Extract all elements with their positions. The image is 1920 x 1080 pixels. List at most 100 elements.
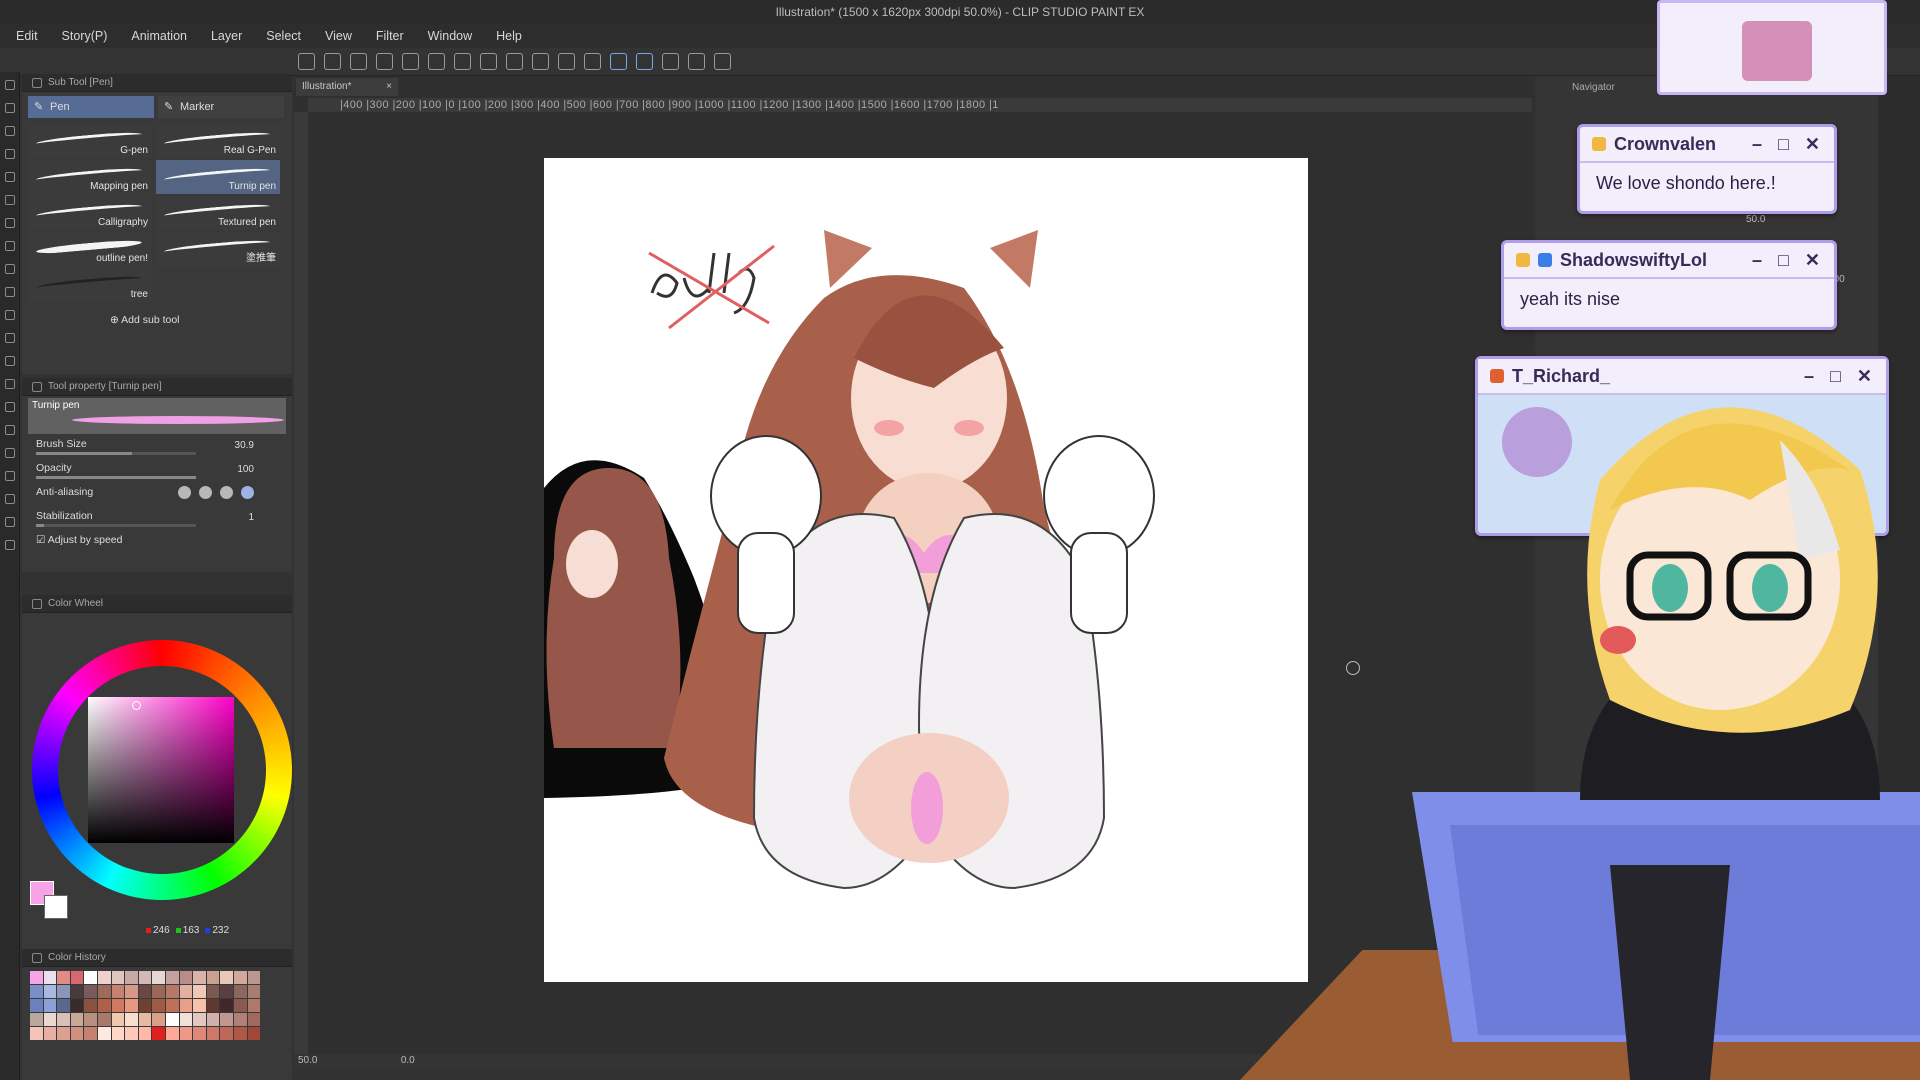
color-history-swatch[interactable] xyxy=(247,1013,261,1026)
open-icon[interactable] xyxy=(350,53,367,70)
drawing-canvas[interactable] xyxy=(544,158,1308,982)
move-tool-icon[interactable] xyxy=(5,103,15,113)
color-history-swatch[interactable] xyxy=(193,971,206,984)
color-history-swatch[interactable] xyxy=(138,999,152,1012)
tab-marker[interactable]: Marker xyxy=(158,96,284,118)
menu-filter[interactable]: Filter xyxy=(364,29,416,43)
decoration-tool-icon[interactable] xyxy=(5,310,15,320)
new-file-icon[interactable] xyxy=(298,53,315,70)
color-history-swatch[interactable] xyxy=(57,971,70,984)
brush-g-pen[interactable]: G-pen xyxy=(28,124,152,158)
color-history-swatch[interactable] xyxy=(233,1013,247,1026)
color-history-swatch[interactable] xyxy=(30,999,43,1012)
color-history-swatch[interactable] xyxy=(206,971,220,984)
save-icon[interactable] xyxy=(376,53,393,70)
color-history-swatch[interactable] xyxy=(206,985,220,998)
color-history-swatch[interactable] xyxy=(220,985,233,998)
color-history-swatch[interactable] xyxy=(43,971,57,984)
balloon-tool-icon[interactable] xyxy=(5,517,15,527)
menu-edit[interactable]: Edit xyxy=(4,29,50,43)
color-history-swatch[interactable] xyxy=(84,1027,97,1040)
airbrush-tool-icon[interactable] xyxy=(5,287,15,297)
opacity-slider[interactable]: Opacity 100 xyxy=(22,458,292,482)
color-history-swatch[interactable] xyxy=(152,971,165,984)
color-history-swatch[interactable] xyxy=(165,1013,179,1026)
color-history-swatch[interactable] xyxy=(233,1027,247,1040)
brush-real-g-pen[interactable]: Real G-Pen xyxy=(156,124,280,158)
snap-ruler-icon[interactable] xyxy=(610,53,627,70)
color-history-swatch[interactable] xyxy=(220,1013,233,1026)
eyedropper-tool-icon[interactable] xyxy=(5,195,15,205)
color-history-swatch[interactable] xyxy=(138,1013,152,1026)
brush-textured-pen[interactable]: Textured pen xyxy=(156,196,280,230)
adjust-by-speed-checkbox[interactable]: ☑ Adjust by speed xyxy=(22,530,292,554)
brush-mapping-pen[interactable]: Mapping pen xyxy=(28,160,152,194)
close-tab-icon[interactable]: × xyxy=(386,78,392,96)
menu-help[interactable]: Help xyxy=(484,29,534,43)
color-history-swatch[interactable] xyxy=(179,1027,193,1040)
figure-tool-icon[interactable] xyxy=(5,425,15,435)
color-history-swatch[interactable] xyxy=(70,1027,84,1040)
color-history-swatch[interactable] xyxy=(43,1027,57,1040)
color-history-swatch[interactable] xyxy=(152,999,165,1012)
brush-size-slider[interactable]: Brush Size 30.9 xyxy=(22,434,292,458)
color-history-swatch[interactable] xyxy=(97,985,111,998)
color-history-swatch[interactable] xyxy=(70,1013,84,1026)
sub-color-swatch[interactable] xyxy=(44,895,68,919)
color-history-swatch[interactable] xyxy=(233,985,247,998)
color-history-swatch[interactable] xyxy=(97,1027,111,1040)
ruler-tool-icon[interactable] xyxy=(5,471,15,481)
color-history-swatch[interactable] xyxy=(152,985,165,998)
color-history-swatch[interactable] xyxy=(152,1027,165,1040)
brush-outline-pen[interactable]: outline pen! xyxy=(28,232,152,266)
color-history-swatch[interactable] xyxy=(193,999,206,1012)
frame-tool-icon[interactable] xyxy=(5,448,15,458)
color-history-swatch[interactable] xyxy=(220,999,233,1012)
maximize-icon[interactable]: □ xyxy=(1778,134,1789,155)
color-history-swatch[interactable] xyxy=(206,999,220,1012)
color-history-swatch[interactable] xyxy=(179,971,193,984)
brush-tree[interactable]: tree xyxy=(28,268,152,302)
color-history-swatch[interactable] xyxy=(30,971,43,984)
color-history-swatch[interactable] xyxy=(247,985,261,998)
tab-pen[interactable]: Pen xyxy=(28,96,154,118)
brush-tool-icon[interactable] xyxy=(5,264,15,274)
color-history-swatch[interactable] xyxy=(233,971,247,984)
menu-select[interactable]: Select xyxy=(254,29,313,43)
color-history-swatch[interactable] xyxy=(57,999,70,1012)
tablet-icon[interactable] xyxy=(688,53,705,70)
snap-grid-icon[interactable] xyxy=(662,53,679,70)
color-history-swatch[interactable] xyxy=(97,999,111,1012)
color-history-swatch[interactable] xyxy=(43,999,57,1012)
minimize-icon[interactable]: – xyxy=(1752,250,1762,271)
aa-weak-option[interactable] xyxy=(199,486,212,499)
color-history-swatch[interactable] xyxy=(111,985,125,998)
color-history-swatch[interactable] xyxy=(70,971,84,984)
color-history-swatch[interactable] xyxy=(125,1013,138,1026)
color-history-swatch[interactable] xyxy=(247,971,261,984)
color-history-swatch[interactable] xyxy=(43,1013,57,1026)
clear-icon[interactable] xyxy=(454,53,471,70)
color-history-swatch[interactable] xyxy=(111,971,125,984)
transform-icon[interactable] xyxy=(506,53,523,70)
invert-icon[interactable] xyxy=(558,53,575,70)
color-history-swatch[interactable] xyxy=(30,1013,43,1026)
color-history-swatch[interactable] xyxy=(179,1013,193,1026)
color-history-swatch[interactable] xyxy=(138,985,152,998)
color-history-swatch[interactable] xyxy=(84,971,97,984)
color-history-swatch[interactable] xyxy=(57,1013,70,1026)
color-history-swatch[interactable] xyxy=(165,1027,179,1040)
color-history-swatch[interactable] xyxy=(165,971,179,984)
close-icon[interactable]: ✕ xyxy=(1805,250,1820,271)
color-history-swatch[interactable] xyxy=(233,999,247,1012)
color-history-swatch[interactable] xyxy=(193,1027,206,1040)
add-sub-tool-button[interactable]: ⊕ Add sub tool xyxy=(22,304,292,326)
new-icon[interactable] xyxy=(324,53,341,70)
menu-window[interactable]: Window xyxy=(416,29,484,43)
eraser-tool-icon[interactable] xyxy=(5,333,15,343)
color-history-swatch[interactable] xyxy=(57,1027,70,1040)
stabilization-slider[interactable]: Stabilization 1 xyxy=(22,506,292,530)
color-history-swatch[interactable] xyxy=(179,999,193,1012)
zoom-tool-icon[interactable] xyxy=(5,80,15,90)
color-history-swatch[interactable] xyxy=(70,985,84,998)
